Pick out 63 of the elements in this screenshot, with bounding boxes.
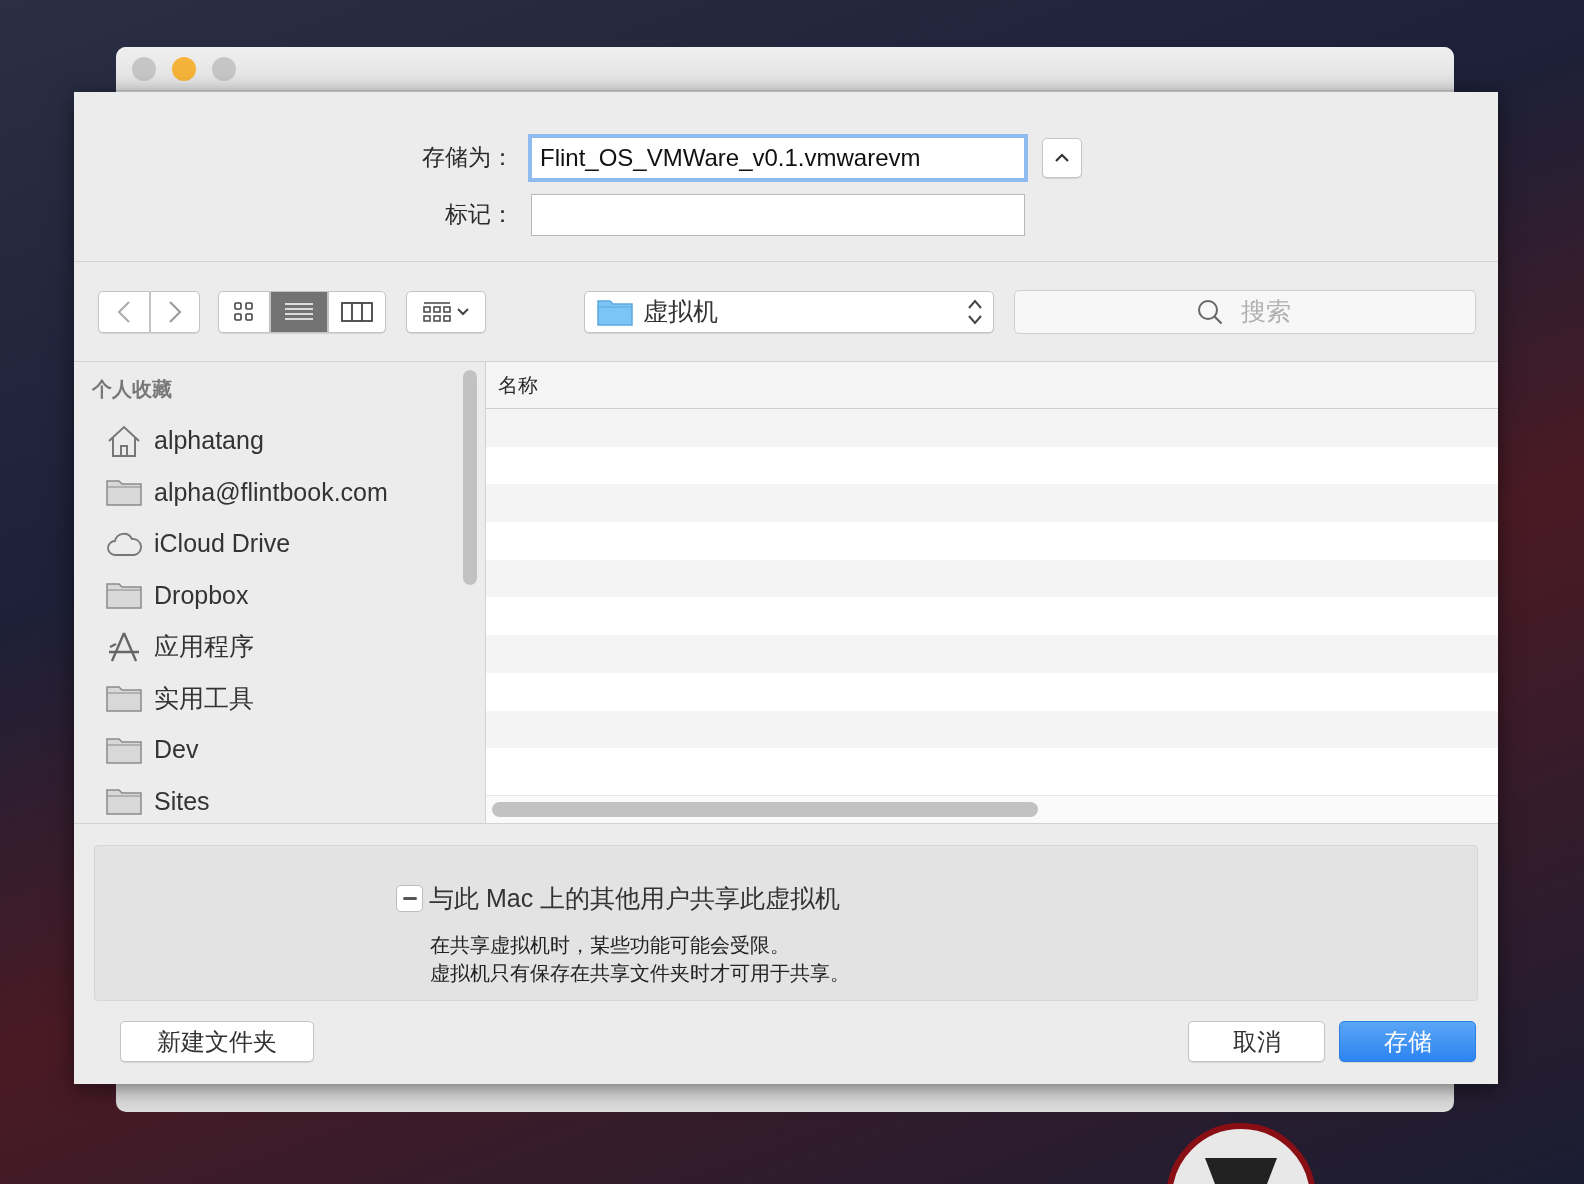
sidebar-item-label: iCloud Drive bbox=[154, 529, 291, 559]
forward-button[interactable] bbox=[150, 290, 200, 333]
search-field[interactable]: 搜索 bbox=[1014, 289, 1476, 334]
sidebar-item[interactable]: iCloud Drive bbox=[92, 518, 485, 570]
list-icon bbox=[284, 301, 314, 322]
chevron-up-icon bbox=[1054, 152, 1070, 163]
column-header[interactable]: 名称 bbox=[498, 371, 538, 399]
view-mode-button[interactable] bbox=[328, 290, 386, 333]
sidebar-item[interactable]: Sites bbox=[92, 775, 485, 827]
folder-icon bbox=[106, 684, 142, 713]
dialog-button[interactable]: 取消 bbox=[1188, 1021, 1325, 1062]
sidebar-item[interactable]: Dropbox bbox=[92, 569, 485, 621]
up-down-arrows-icon bbox=[967, 297, 983, 326]
scrollbar-thumb[interactable] bbox=[463, 370, 477, 585]
checkbox-label: 与此 Mac 上的其他用户共享此虚拟机 bbox=[429, 883, 841, 914]
folder-icon bbox=[106, 581, 142, 610]
sidebar-item-label: alpha@flintbook.com bbox=[154, 477, 388, 507]
arrange-button[interactable] bbox=[406, 290, 486, 333]
folder-icon bbox=[106, 478, 142, 507]
sidebar-item-label: Dev bbox=[154, 735, 199, 765]
sidebar-item[interactable]: 应用程序 bbox=[92, 621, 485, 673]
caret-icon bbox=[457, 307, 469, 316]
sidebar-item[interactable]: alphatang bbox=[92, 415, 485, 467]
checkbox[interactable] bbox=[396, 885, 423, 912]
view-mode-button[interactable] bbox=[270, 290, 328, 333]
sidebar-item-label: 实用工具 bbox=[154, 682, 254, 714]
sidebar-item-label: 应用程序 bbox=[154, 631, 254, 663]
expand-button[interactable] bbox=[1042, 137, 1082, 178]
sidebar-item[interactable]: 实用工具 bbox=[92, 672, 485, 724]
sidebar-item-label: Dropbox bbox=[154, 580, 249, 610]
folder-icon bbox=[597, 297, 633, 326]
scrollbar-thumb[interactable] bbox=[492, 802, 1038, 817]
cloud-icon bbox=[106, 530, 142, 557]
folder-icon bbox=[106, 735, 142, 764]
search-icon bbox=[1197, 298, 1223, 325]
dash-icon bbox=[402, 897, 417, 900]
field-label: 标记： bbox=[444, 200, 514, 229]
sidebar-item-label: Sites bbox=[154, 786, 210, 816]
columns-icon bbox=[341, 301, 373, 322]
folder-icon bbox=[106, 787, 142, 816]
text-field[interactable] bbox=[531, 193, 1025, 236]
dialog-button[interactable]: 新建文件夹 bbox=[120, 1021, 314, 1062]
sidebar-heading: 个人收藏 bbox=[92, 377, 173, 402]
grid-icon bbox=[423, 300, 451, 323]
window-control-dot[interactable] bbox=[172, 56, 196, 81]
sidebar-item-label: alphatang bbox=[154, 426, 264, 456]
chevron-left-icon bbox=[117, 299, 131, 324]
view-mode-button[interactable] bbox=[218, 290, 270, 333]
note-text: 虚拟机只有保存在共享文件夹时才可用于共享。 bbox=[430, 961, 850, 986]
app-icon bbox=[1165, 1122, 1317, 1184]
window-control-dot[interactable] bbox=[132, 56, 156, 81]
field-label: 存储为： bbox=[421, 143, 514, 172]
back-button[interactable] bbox=[98, 290, 150, 333]
chevron-right-icon bbox=[168, 299, 182, 324]
text-field[interactable]: Flint_OS_VMWare_v0.1.vmwarevm bbox=[528, 133, 1028, 182]
sidebar-item[interactable]: Dev bbox=[92, 724, 485, 776]
window-control-dot[interactable] bbox=[212, 56, 236, 81]
note-text: 在共享虚拟机时，某些功能可能会受限。 bbox=[430, 933, 790, 958]
house-icon bbox=[106, 423, 142, 458]
grid-icon bbox=[234, 301, 254, 322]
location-popup[interactable]: 虚拟机 bbox=[584, 290, 994, 333]
location-label: 虚拟机 bbox=[643, 296, 719, 327]
sidebar-item[interactable]: alpha@flintbook.com bbox=[92, 466, 485, 518]
